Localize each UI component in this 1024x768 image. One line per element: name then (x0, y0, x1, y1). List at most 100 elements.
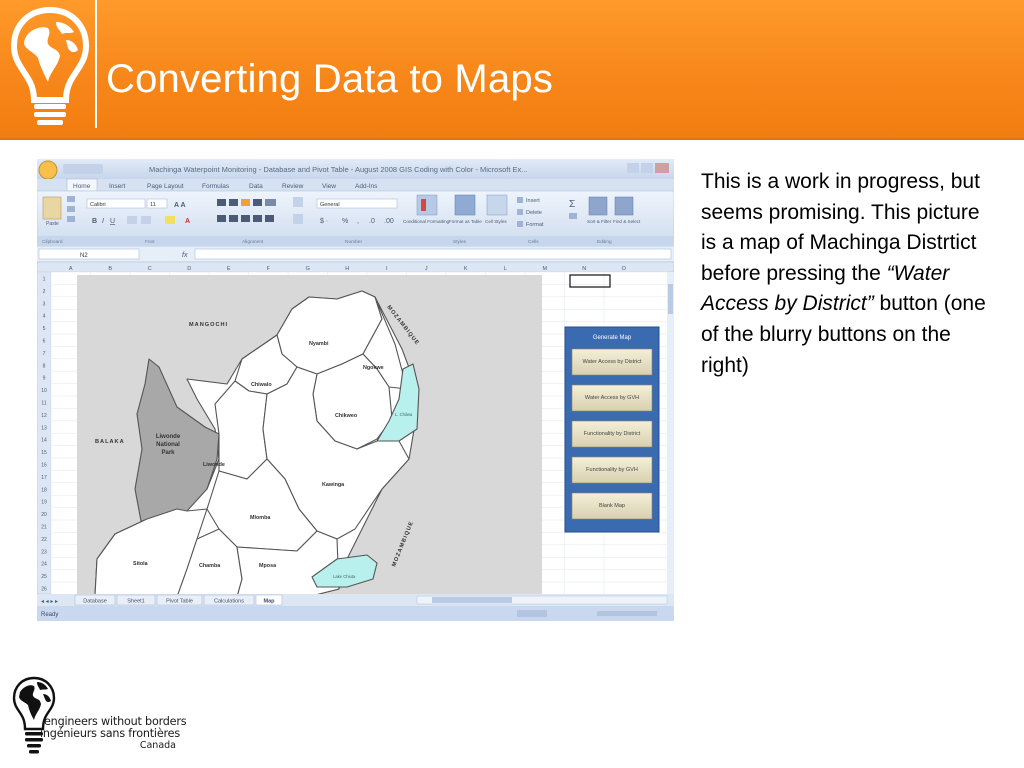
group-clipboard: Clipboard (42, 239, 63, 245)
macro-button[interactable]: Functionality by District (571, 420, 653, 448)
column-header[interactable]: L (504, 266, 507, 272)
macro-button-label: Water Access by District (582, 358, 642, 365)
column-header[interactable]: E (227, 266, 231, 272)
excel-screenshot: Machinga Waterpoint Monitoring - Databas… (37, 159, 674, 621)
bold-button[interactable]: B (92, 218, 97, 225)
paste-label: Paste (46, 221, 59, 227)
ribbon-tab-page-layout[interactable]: Page Layout (147, 183, 184, 190)
row-header[interactable]: 16 (41, 463, 47, 469)
format-cells-button[interactable]: Format (526, 222, 544, 228)
slide-title: Converting Data to Maps (106, 57, 554, 101)
format-as-table-label: Format as Table (449, 219, 482, 224)
svg-text:,: , (357, 218, 359, 225)
zoom-slider[interactable] (597, 611, 657, 616)
fill-color-icon[interactable] (165, 216, 175, 224)
svg-text:A A: A A (174, 202, 186, 209)
row-header[interactable]: 20 (41, 512, 47, 518)
ribbon-tab-data[interactable]: Data (249, 183, 263, 190)
ribbon-tab-formulas[interactable]: Formulas (202, 183, 230, 190)
delete-cells-button[interactable]: Delete (526, 210, 542, 216)
function-icon[interactable]: fx (182, 252, 188, 259)
format-as-table-icon[interactable] (454, 194, 476, 216)
label-kawinga: Kawinga (322, 482, 345, 488)
ribbon-tab-review[interactable]: Review (282, 183, 304, 190)
row-header[interactable]: 12 (41, 413, 47, 419)
row-header[interactable]: 1 (43, 277, 46, 283)
column-header[interactable]: M (542, 266, 547, 272)
row-header[interactable]: 19 (41, 500, 47, 506)
sheet-tab-label: Pivot Table (166, 599, 193, 605)
ribbon-tab-view[interactable]: View (322, 183, 336, 190)
macro-button-label: Water Access by GVH (584, 394, 640, 401)
row-header[interactable]: 26 (41, 587, 47, 593)
svg-text:.00: .00 (384, 218, 394, 225)
row-header[interactable]: 25 (41, 574, 47, 580)
office-button[interactable] (38, 160, 58, 180)
sheet-nav-arrows[interactable]: ◂ ◂ ▸ ▸ (41, 599, 58, 605)
row-header[interactable]: 7 (43, 351, 46, 357)
row-header[interactable]: 15 (41, 450, 47, 456)
row-header[interactable]: 24 (41, 562, 47, 568)
label-chamba: Chamba (199, 563, 221, 569)
ewb-logo: engineers without borders ingénieurs san… (10, 674, 187, 760)
sort-filter-icon[interactable] (588, 196, 608, 216)
find-select-icon[interactable] (614, 196, 634, 216)
macro-button-label: Functionality by District (583, 430, 641, 437)
macro-button[interactable]: Water Access by GVH (571, 384, 653, 412)
row-header[interactable]: 13 (41, 425, 47, 431)
name-box[interactable] (38, 248, 140, 260)
row-header[interactable]: 14 (41, 438, 47, 444)
macro-button[interactable]: Functionality by GVH (571, 456, 653, 484)
vertical-scrollbar[interactable] (667, 272, 674, 594)
maximize-button[interactable] (641, 163, 653, 173)
label-mangochi: MANGOCHI (189, 322, 228, 328)
column-header[interactable]: J (425, 266, 428, 272)
close-window-button[interactable] (655, 163, 669, 173)
formula-input[interactable] (194, 248, 672, 260)
underline-button[interactable]: U (110, 218, 115, 225)
row-header[interactable]: 8 (43, 363, 46, 369)
paste-icon[interactable] (42, 196, 62, 220)
row-header[interactable]: 11 (41, 401, 46, 407)
group-styles: Styles (453, 239, 467, 245)
row-header[interactable]: 10 (41, 388, 47, 394)
insert-cells-button[interactable]: Insert (526, 198, 540, 204)
macro-button[interactable]: Water Access by District (571, 348, 653, 376)
column-header[interactable]: D (187, 266, 191, 272)
row-header[interactable]: 2 (43, 289, 46, 295)
conditional-formatting-icon[interactable] (416, 194, 438, 216)
column-header[interactable]: K (464, 266, 468, 272)
title-band: Converting Data to Maps (0, 0, 1024, 140)
font-name-value: Calibri (90, 202, 106, 208)
row-header[interactable]: 4 (43, 314, 46, 320)
quick-access-toolbar[interactable] (63, 164, 103, 174)
row-header[interactable]: 23 (41, 549, 47, 555)
header-divider (95, 0, 97, 128)
column-header[interactable]: C (148, 266, 152, 272)
cell-styles-icon[interactable] (486, 194, 508, 216)
row-header[interactable]: 3 (43, 301, 46, 307)
autosum-icon[interactable]: Σ (569, 199, 575, 210)
italic-button[interactable]: I (102, 218, 104, 225)
ribbon-tab-insert[interactable]: Insert (109, 183, 125, 190)
minimize-button[interactable] (627, 163, 639, 173)
row-header[interactable]: 18 (41, 487, 47, 493)
font-color-icon[interactable]: A (185, 218, 190, 225)
row-header[interactable]: 6 (43, 339, 46, 345)
sheet-tab-label: Database (83, 599, 107, 605)
column-header[interactable]: G (306, 266, 310, 272)
column-header[interactable]: B (108, 266, 112, 272)
macro-button[interactable]: Blank Map (571, 492, 653, 520)
row-header[interactable]: 21 (41, 525, 47, 531)
row-header[interactable]: 9 (43, 376, 46, 382)
column-header[interactable]: H (345, 266, 349, 272)
row-header[interactable]: 5 (43, 326, 46, 332)
ribbon-tab-add-ins[interactable]: Add-Ins (355, 183, 378, 190)
row-header[interactable]: 22 (41, 537, 47, 543)
column-header[interactable]: O (622, 266, 627, 272)
row-header[interactable]: 17 (41, 475, 47, 481)
column-header[interactable]: N (582, 266, 586, 272)
macro-button-label: Blank Map (599, 502, 625, 509)
ribbon-tab-home[interactable]: Home (73, 183, 91, 190)
column-header[interactable]: A (69, 266, 73, 272)
